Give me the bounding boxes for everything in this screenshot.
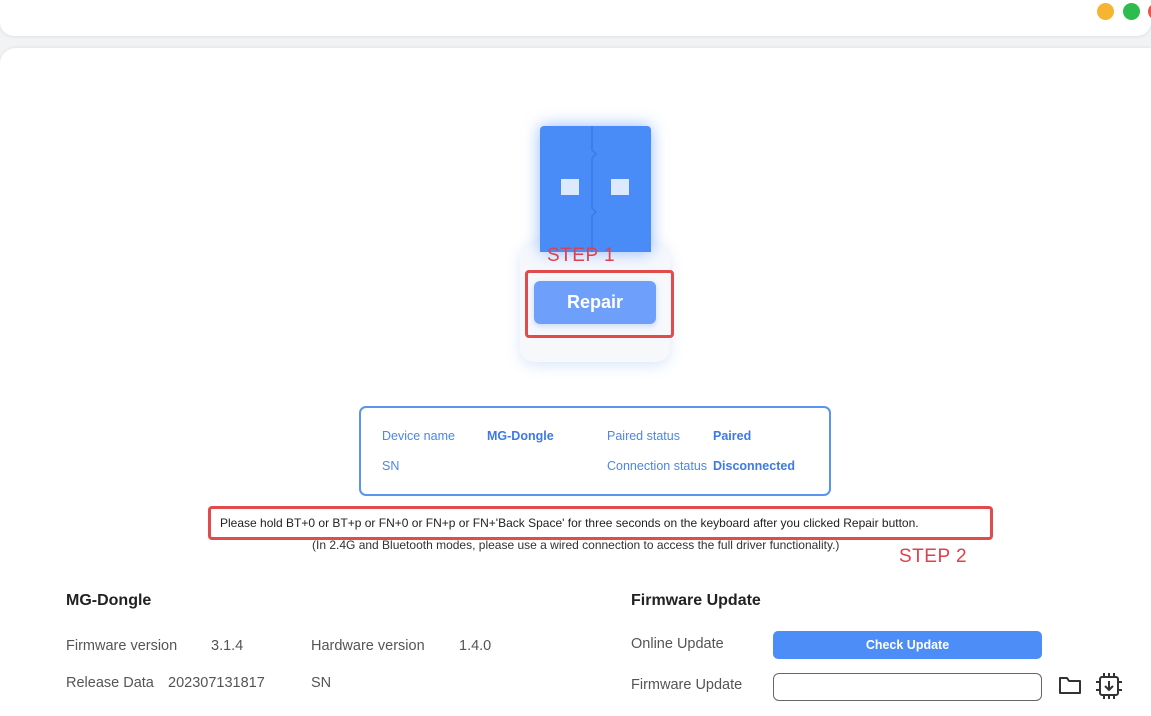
device-info-panel <box>359 406 831 496</box>
paired-status-label: Paired status <box>607 429 680 443</box>
usb-dongle-icon <box>540 126 651 252</box>
connection-status-value: Disconnected <box>713 459 795 473</box>
sn-label: SN <box>382 459 400 473</box>
online-update-label: Online Update <box>631 636 724 652</box>
step2-annotation: STEP 2 <box>899 546 968 567</box>
device-sn-label: SN <box>311 675 332 691</box>
hardware-version-value: 1.4.0 <box>459 638 492 654</box>
release-data-label: Release Data <box>66 675 154 691</box>
firmware-update-title: Firmware Update <box>631 592 761 609</box>
step1-annotation: STEP 1 <box>547 245 616 266</box>
device-name-value: MG-Dongle <box>487 429 554 443</box>
device-name-label: Device name <box>382 429 455 443</box>
firmware-file-input[interactable] <box>773 673 1042 701</box>
repair-button[interactable]: Repair <box>534 281 656 324</box>
paired-status-value: Paired <box>713 429 752 443</box>
connection-status-label: Connection status <box>607 459 708 473</box>
check-update-button[interactable]: Check Update <box>773 631 1042 659</box>
firmware-version-value: 3.1.4 <box>211 638 244 654</box>
chip-download-icon[interactable] <box>1095 672 1123 705</box>
release-data-value: 202307131817 <box>168 675 265 691</box>
firmware-version-label: Firmware version <box>66 638 178 654</box>
folder-icon[interactable] <box>1058 674 1082 701</box>
maximize-button[interactable] <box>1123 3 1140 20</box>
wired-connection-note: (In 2.4G and Bluetooth modes, please use… <box>312 538 840 552</box>
device-section-title: MG-Dongle <box>66 592 152 609</box>
title-bar <box>0 0 1151 36</box>
repair-instruction-text: Please hold BT+0 or BT+p or FN+0 or FN+p… <box>220 516 919 530</box>
firmware-update-label: Firmware Update <box>631 677 743 693</box>
minimize-button[interactable] <box>1097 3 1114 20</box>
hardware-version-label: Hardware version <box>311 638 425 654</box>
